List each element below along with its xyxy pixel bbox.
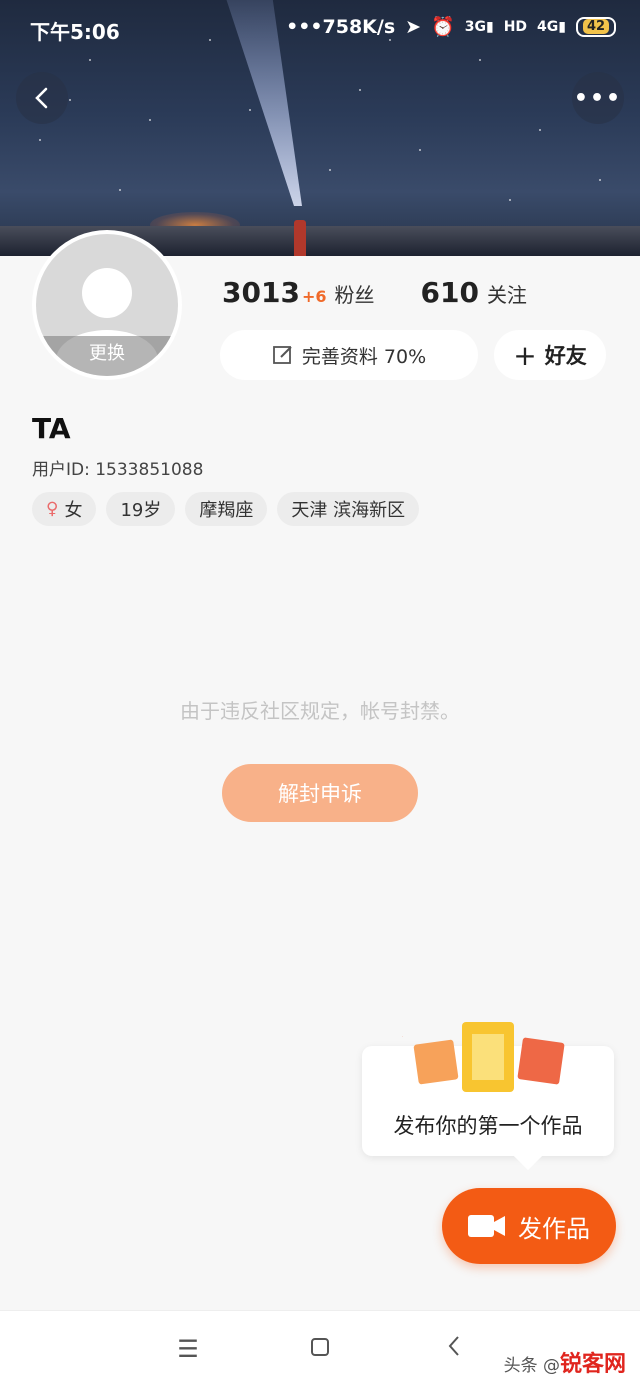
tag-gender: ♀ 女 [32,492,97,526]
avatar-change-label[interactable]: 更换 [36,336,178,376]
alarm-icon: ⏰ [431,16,455,38]
follow-label: 关注 [486,283,527,307]
follow-stat[interactable]: 610 关注 [420,276,526,309]
tag-zodiac: 摩羯座 [185,492,268,526]
complete-profile-button[interactable]: 完善资料 70% [220,330,478,380]
person-silhouette [294,220,306,256]
publish-label: 发作品 [518,1214,590,1243]
hd-icon: HD [503,18,528,35]
battery-icon: 42 [576,16,616,37]
svg-text:✦: ✦ [402,1030,404,1046]
publish-button[interactable]: 发作品 [442,1188,616,1264]
location-icon: ➤ [405,15,422,38]
signal-4g-icon: 4G▮ [537,18,566,35]
back-triangle-icon [448,1336,459,1356]
menu-icon: ☰ [177,1335,199,1363]
status-bar: 下午5:06 •••758K/s ➤ ⏰ 3G▮ HD 4G▮ 42 [0,0,640,56]
back-button[interactable] [16,72,68,124]
fans-delta: +6 [301,287,327,306]
female-icon: ♀ [46,499,59,519]
avatar[interactable]: 更换 [32,230,182,380]
user-name: TA [32,412,71,445]
signal-3g-icon: 3G▮ [464,18,494,35]
video-camera-icon [468,1215,505,1237]
add-friend-button[interactable]: + 好友 [494,330,606,380]
profile-stats: 3013 +6 粉丝 610 关注 [222,276,527,309]
first-post-tooltip-text: 发布你的第一个作品 [393,1114,583,1138]
fans-count: 3013 [222,276,300,309]
profile-tags: ♀ 女 19岁 摩羯座 天津 滨海新区 [32,492,420,526]
fans-stat[interactable]: 3013 +6 粉丝 [222,276,374,309]
appeal-button[interactable]: 解封申诉 [222,764,418,822]
tag-location: 天津 滨海新区 [277,492,420,526]
user-id: 用户ID: 1533851088 [32,460,204,480]
fans-label: 粉丝 [334,283,375,307]
edit-icon [272,346,292,364]
chevron-left-icon [35,87,48,109]
first-post-tooltip[interactable]: ✦ ✦ ✦ 发布你的第一个作品 [362,1022,614,1156]
menu-button[interactable]: ☰ [168,1335,208,1363]
more-dots-icon: ••• [573,85,623,111]
home-button[interactable] [300,1335,340,1363]
home-square-icon [311,1338,329,1356]
media-illustration-icon: ✦ ✦ ✦ [402,1022,565,1092]
status-time: 下午5:06 [30,20,120,44]
default-avatar-head [82,268,132,318]
nav-back-button[interactable] [434,1335,474,1363]
network-speed: •••758K/s [286,15,396,38]
tag-age: 19岁 [106,492,176,526]
plus-icon: + [513,338,537,372]
complete-profile-label: 完善资料 70% [301,345,427,368]
add-friend-label: 好友 [544,344,587,368]
ban-message: 由于违反社区规定，帐号封禁。 [180,699,460,723]
follow-count: 610 [420,276,479,309]
watermark: 头条 @锐客网 [503,1352,626,1377]
more-options-button[interactable]: ••• [572,72,624,124]
